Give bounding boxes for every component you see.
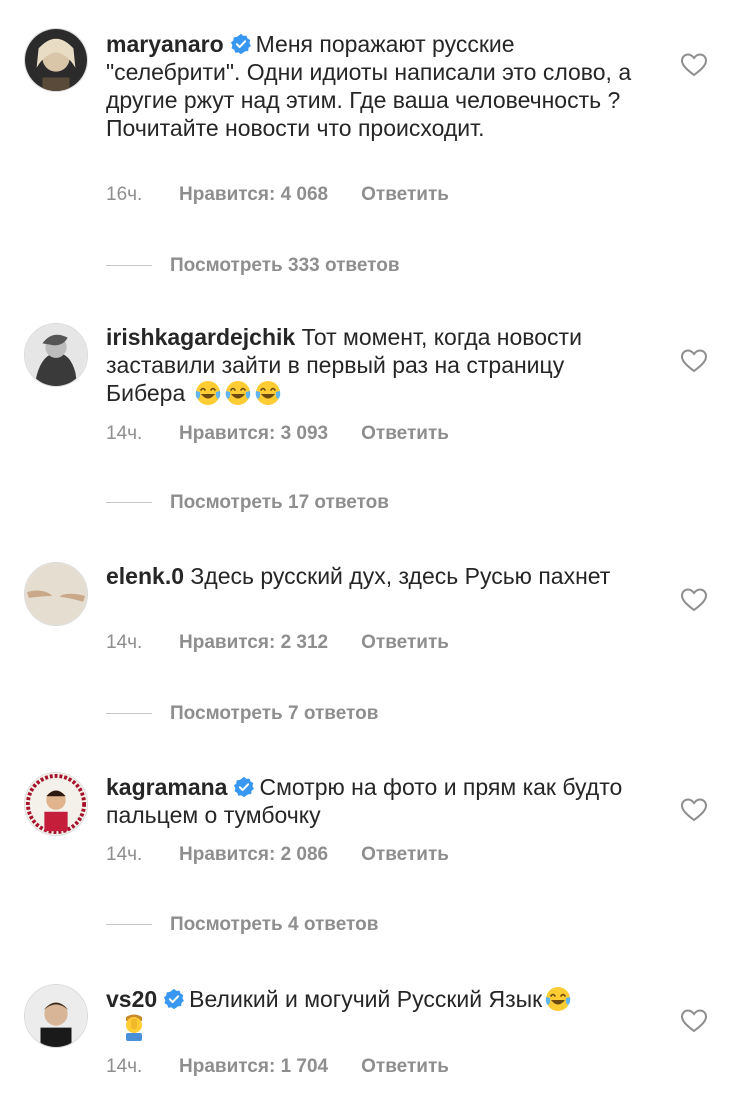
avatar[interactable]	[24, 772, 88, 836]
comment-text-block: irishkagardejchik Тот момент, когда ново…	[106, 323, 646, 407]
like-heart-icon[interactable]	[681, 588, 707, 612]
like-heart-icon[interactable]	[681, 1009, 707, 1033]
comment-likes[interactable]: Нравится: 4 068	[179, 184, 328, 206]
comment-text-block: elenk.0 Здесь русский дух, здесь Русью п…	[106, 562, 646, 590]
comment-username[interactable]: elenk.0	[106, 563, 184, 589]
reply-button[interactable]: Ответить	[361, 1056, 449, 1078]
view-replies-label: Посмотреть 7 ответов	[170, 703, 379, 724]
tears-of-joy-emoji-icon	[544, 985, 572, 1013]
reply-button[interactable]: Ответить	[361, 844, 449, 866]
avatar[interactable]	[24, 28, 88, 92]
comment-likes[interactable]: Нравится: 3 093	[179, 423, 328, 445]
comment-likes[interactable]: Нравится: 2 086	[179, 844, 328, 866]
comment-time: 16ч.	[106, 184, 143, 205]
comment-likes[interactable]: Нравится: 1 704	[179, 1056, 328, 1078]
reply-button[interactable]: Ответить	[361, 184, 449, 206]
replies-divider	[106, 924, 152, 926]
verified-badge-icon	[233, 776, 255, 798]
comment-username[interactable]: maryanaro	[106, 31, 224, 57]
like-heart-icon[interactable]	[681, 798, 707, 822]
comment-body: Великий и могучий Русский Язык	[189, 986, 543, 1012]
avatar[interactable]	[24, 984, 88, 1048]
reply-button[interactable]: Ответить	[361, 632, 449, 654]
view-replies-button[interactable]: Посмотреть 7 ответов	[106, 703, 378, 725]
view-replies-label: Посмотреть 333 ответов	[170, 255, 400, 276]
comment-time: 14ч.	[106, 632, 143, 653]
comment-meta: 14ч. Нравится: 2 312 Ответить	[106, 632, 449, 654]
comment-meta: 14ч. Нравится: 3 093 Ответить	[106, 423, 449, 445]
comment-likes[interactable]: Нравится: 2 312	[179, 632, 328, 654]
replies-divider	[106, 265, 152, 267]
comment-time: 14ч.	[106, 423, 143, 444]
comment-text-block: vs20 Великий и могучий Русский Язык	[106, 985, 646, 1041]
comment-username[interactable]: vs20	[106, 986, 157, 1012]
replies-divider	[106, 713, 152, 715]
like-heart-icon[interactable]	[681, 53, 707, 77]
reply-button[interactable]: Ответить	[361, 423, 449, 445]
like-heart-icon[interactable]	[681, 349, 707, 373]
comment-meta: 16ч. Нравится: 4 068 Ответить	[106, 184, 449, 206]
verified-badge-icon	[230, 33, 252, 55]
view-replies-button[interactable]: Посмотреть 17 ответов	[106, 492, 389, 514]
comment-meta: 14ч. Нравится: 2 086 Ответить	[106, 844, 449, 866]
man-facepalming-emoji-icon	[120, 1013, 148, 1041]
comment-text-block: maryanaro Меня поражают русские "селебрит…	[106, 30, 646, 142]
comment-body: Здесь русский дух, здесь Русью пахнет	[190, 563, 611, 589]
verified-badge-icon	[163, 988, 185, 1010]
tears-of-joy-emoji-icon	[254, 379, 282, 407]
comment-time: 14ч.	[106, 844, 143, 865]
view-replies-label: Посмотреть 17 ответов	[170, 492, 389, 513]
tears-of-joy-emoji-icon	[224, 379, 252, 407]
view-replies-button[interactable]: Посмотреть 333 ответов	[106, 255, 400, 277]
avatar[interactable]	[24, 562, 88, 626]
tears-of-joy-emoji-icon	[194, 379, 222, 407]
view-replies-button[interactable]: Посмотреть 4 ответов	[106, 914, 378, 936]
view-replies-label: Посмотреть 4 ответов	[170, 914, 379, 935]
avatar[interactable]	[24, 323, 88, 387]
replies-divider	[106, 502, 152, 504]
comment-time: 14ч.	[106, 1056, 143, 1077]
comment-text-block: kagramana Смотрю на фото и прям как будто…	[106, 773, 646, 829]
comment-username[interactable]: kagramana	[106, 774, 227, 800]
comment-meta: 14ч. Нравится: 1 704 Ответить	[106, 1056, 449, 1078]
comment-username[interactable]: irishkagardejchik	[106, 324, 295, 350]
